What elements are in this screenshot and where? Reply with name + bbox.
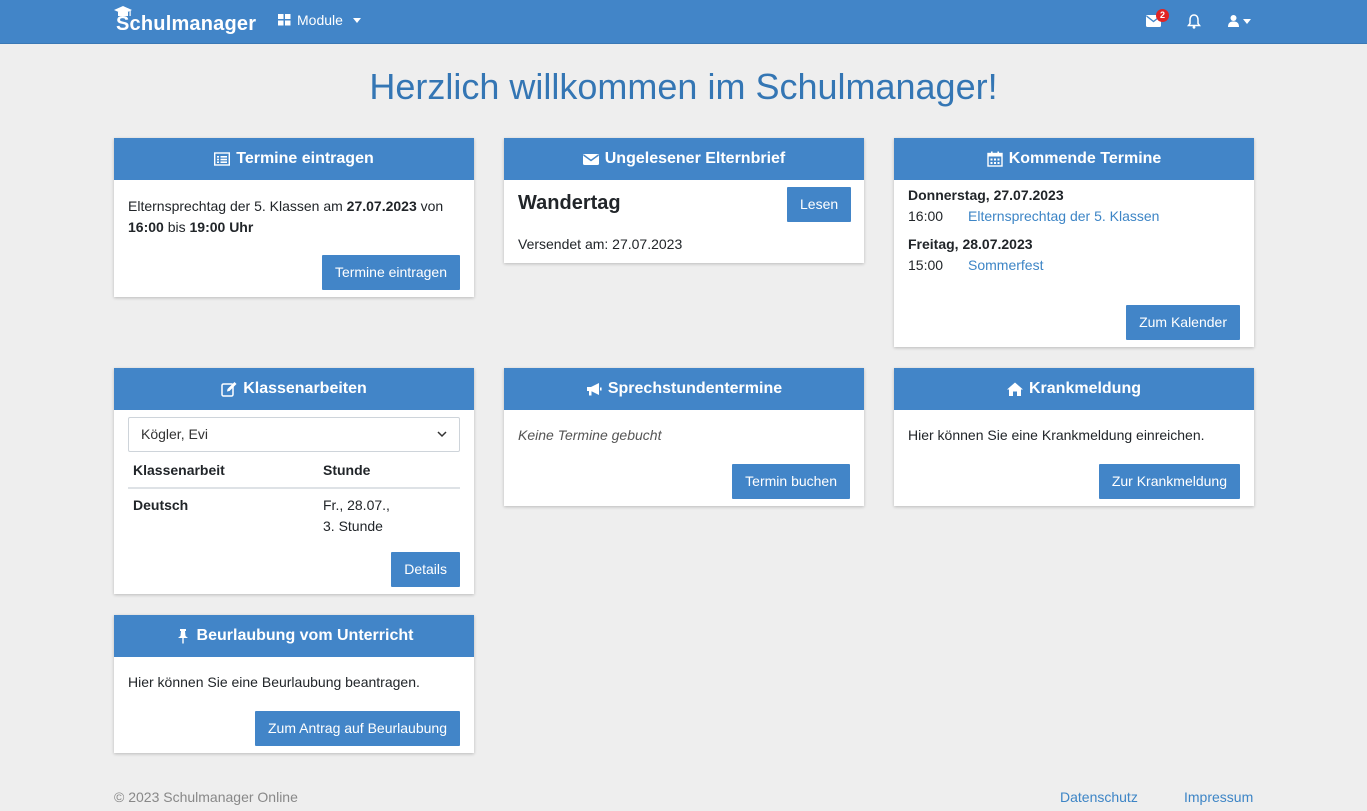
student-select-value: Kögler, Evi: [141, 426, 208, 442]
termin-event-link-2[interactable]: Sommerfest: [968, 257, 1043, 273]
card-kommende-termine: Kommende Termine Donnerstag, 27.07.2023 …: [894, 138, 1254, 347]
elternbrief-title: Wandertag: [518, 192, 621, 214]
top-navbar: Schulmanager Module 2: [0, 0, 1367, 44]
termin-time-2: 15:00: [908, 257, 944, 273]
card-title: Kommende Termine: [1008, 150, 1162, 167]
module-menu[interactable]: Module: [278, 12, 361, 28]
card-termine-eintragen: Termine eintragen Elternsprechtag der 5.…: [114, 138, 474, 297]
termin-day-2: Freitag, 28.07.2023: [908, 236, 1033, 252]
beurlaubung-text: Hier können Sie eine Beurlaubung beantra…: [128, 674, 420, 690]
card-header: Beurlaubung vom Unterricht: [114, 615, 474, 657]
krankmeldung-text: Hier können Sie eine Krankmeldung einrei…: [908, 427, 1205, 443]
card-header: Klassenarbeiten: [114, 368, 474, 410]
card-krankmeldung: Krankmeldung Hier können Sie eine Krankm…: [894, 368, 1254, 506]
card-header: Krankmeldung: [894, 368, 1254, 410]
card-klassenarbeiten: Klassenarbeiten Kögler, Evi Klassenarbei…: [114, 368, 474, 594]
card-header: Sprechstundentermine: [504, 368, 864, 410]
table-row: Deutsch Fr., 28.07., 3. Stunde: [128, 488, 460, 543]
unread-count-badge: 2: [1156, 9, 1169, 22]
chevron-down-icon: [437, 431, 447, 438]
notifications-button[interactable]: [1187, 14, 1201, 29]
home-icon: [1006, 382, 1023, 396]
user-menu[interactable]: [1228, 15, 1251, 27]
list-icon: [214, 152, 231, 166]
envelope-icon: [582, 154, 599, 165]
page-title: Herzlich willkommen im Schulmanager!: [369, 66, 998, 107]
graduation-cap-icon: [114, 6, 132, 16]
brand-logo[interactable]: Schulmanager: [114, 4, 256, 40]
termin-event-link-1[interactable]: Elternsprechtag der 5. Klassen: [968, 208, 1159, 224]
zur-krankmeldung-button[interactable]: Zur Krankmeldung: [1098, 464, 1240, 499]
chevron-down-icon: [1243, 18, 1251, 24]
termin-buchen-button[interactable]: Termin buchen: [732, 464, 850, 499]
brand-name: Schulmanager: [116, 12, 257, 35]
beurlaubung-antrag-button[interactable]: Zum Antrag auf Beurlaubung: [254, 711, 460, 746]
card-header: Kommende Termine: [894, 138, 1254, 180]
zum-kalender-button[interactable]: Zum Kalender: [1126, 305, 1240, 340]
user-icon: [1228, 15, 1239, 27]
card-title: Klassenarbeiten: [243, 380, 367, 397]
elternbrief-sent-date: Versendet am: 27.07.2023: [518, 236, 683, 252]
termine-eintragen-button[interactable]: Termine eintragen: [321, 255, 460, 290]
card-title: Sprechstundentermine: [607, 380, 783, 397]
impressum-link[interactable]: Impressum: [1184, 789, 1253, 805]
no-appointments-text: Keine Termine gebucht: [518, 427, 662, 443]
pin-icon: [177, 629, 188, 644]
card-header: Ungelesener Elternbrief: [504, 138, 864, 180]
edit-icon: [221, 382, 237, 397]
module-menu-label: Module: [297, 12, 343, 28]
column-header: Stunde: [318, 456, 460, 489]
bell-icon: [1187, 14, 1201, 29]
card-title: Termine eintragen: [236, 150, 374, 167]
copyright-text: © 2023 Schulmanager Online: [114, 789, 298, 805]
card-title: Krankmeldung: [1028, 380, 1141, 397]
megaphone-icon: [586, 383, 602, 396]
lesen-button[interactable]: Lesen: [787, 187, 852, 222]
student-select[interactable]: Kögler, Evi: [128, 417, 460, 452]
calendar-icon: [986, 151, 1003, 167]
datenschutz-link[interactable]: Datenschutz: [1060, 789, 1138, 805]
subject-cell: Deutsch: [133, 497, 189, 513]
termin-day-1: Donnerstag, 27.07.2023: [908, 187, 1064, 203]
klassenarbeiten-table: Klassenarbeit Stunde Deutsch Fr., 28.07.…: [128, 456, 460, 543]
messages-button[interactable]: 2: [1146, 9, 1169, 27]
card-elternbrief: Ungelesener Elternbrief Wandertag Lesen …: [504, 138, 864, 263]
table-header-row: Klassenarbeit Stunde: [128, 456, 460, 489]
column-header: Klassenarbeit: [128, 456, 318, 489]
date-cell: Fr., 28.07., 3. Stunde: [323, 497, 390, 534]
card-sprechstunden: Sprechstundentermine Keine Termine gebuc…: [504, 368, 864, 506]
grid-icon: [278, 14, 291, 26]
termin-time-1: 16:00: [908, 208, 944, 224]
card-beurlaubung: Beurlaubung vom Unterricht Hier können S…: [114, 615, 474, 753]
termine-info-text: Elternsprechtag der 5. Klassen am 27.07.…: [128, 198, 444, 235]
chevron-down-icon: [352, 17, 361, 23]
details-button[interactable]: Details: [391, 552, 460, 587]
card-header: Termine eintragen: [114, 138, 474, 180]
card-title: Ungelesener Elternbrief: [604, 150, 786, 167]
card-title: Beurlaubung vom Unterricht: [196, 627, 414, 644]
